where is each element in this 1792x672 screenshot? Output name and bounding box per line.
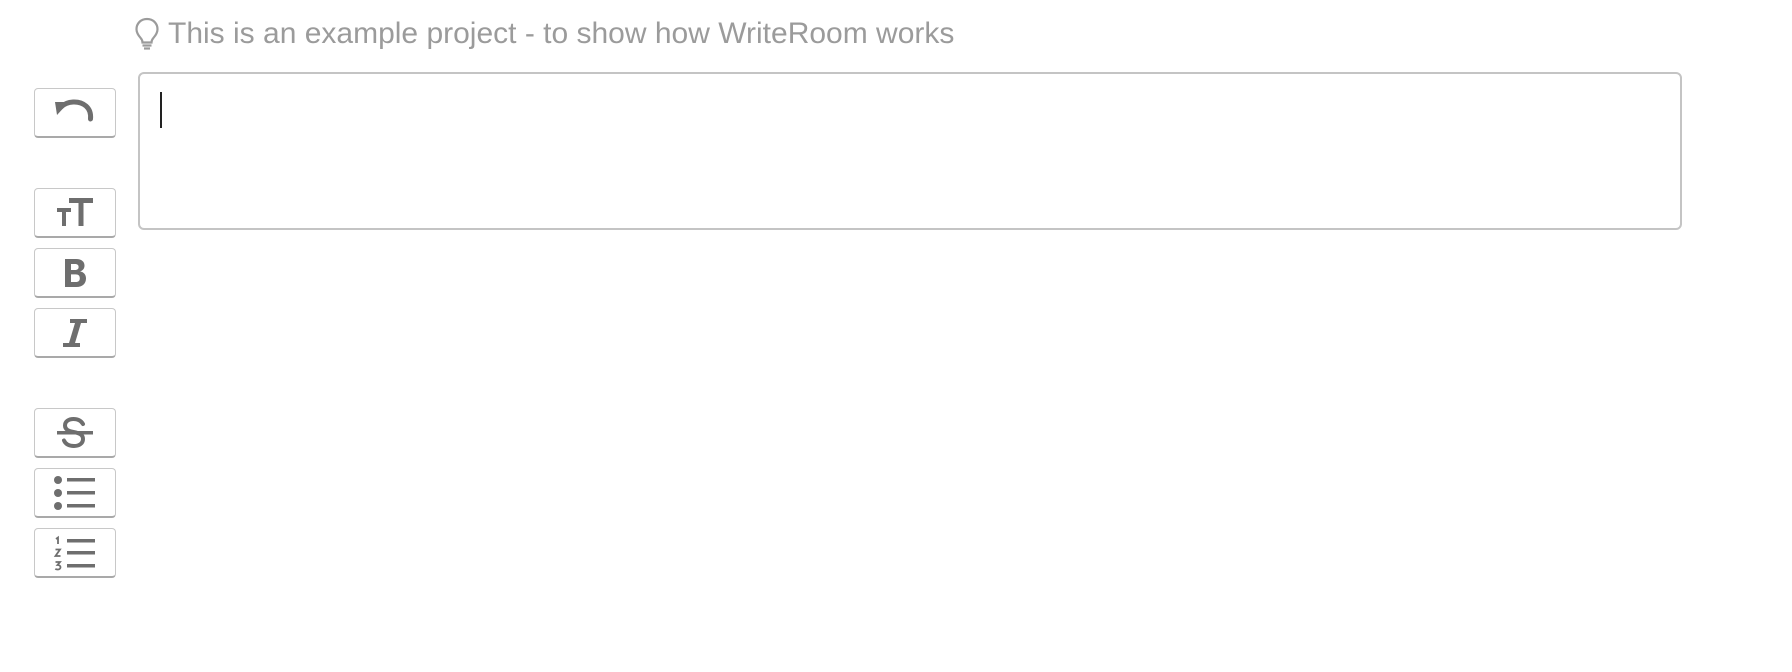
writeroom-page: This is an example project - to show how… <box>0 0 1792 672</box>
text-editor[interactable] <box>138 72 1682 230</box>
numbered-list-icon <box>53 535 97 571</box>
text-caret <box>160 92 162 128</box>
undo-button[interactable] <box>34 88 116 138</box>
bulleted-list-icon <box>53 475 97 511</box>
italic-icon <box>61 317 89 349</box>
text-size-button[interactable] <box>34 188 116 238</box>
numbered-list-button[interactable] <box>34 528 116 578</box>
bold-icon <box>61 257 89 289</box>
text-size-icon <box>55 196 95 230</box>
undo-icon <box>53 98 97 128</box>
strikethrough-icon <box>55 416 95 450</box>
italic-button[interactable] <box>34 308 116 358</box>
bold-button[interactable] <box>34 248 116 298</box>
hint-text: This is an example project - to show how… <box>168 17 955 50</box>
strikethrough-button[interactable] <box>34 408 116 458</box>
example-project-hint: This is an example project - to show how… <box>134 12 954 56</box>
bulleted-list-button[interactable] <box>34 468 116 518</box>
lightbulb-icon <box>134 17 160 51</box>
